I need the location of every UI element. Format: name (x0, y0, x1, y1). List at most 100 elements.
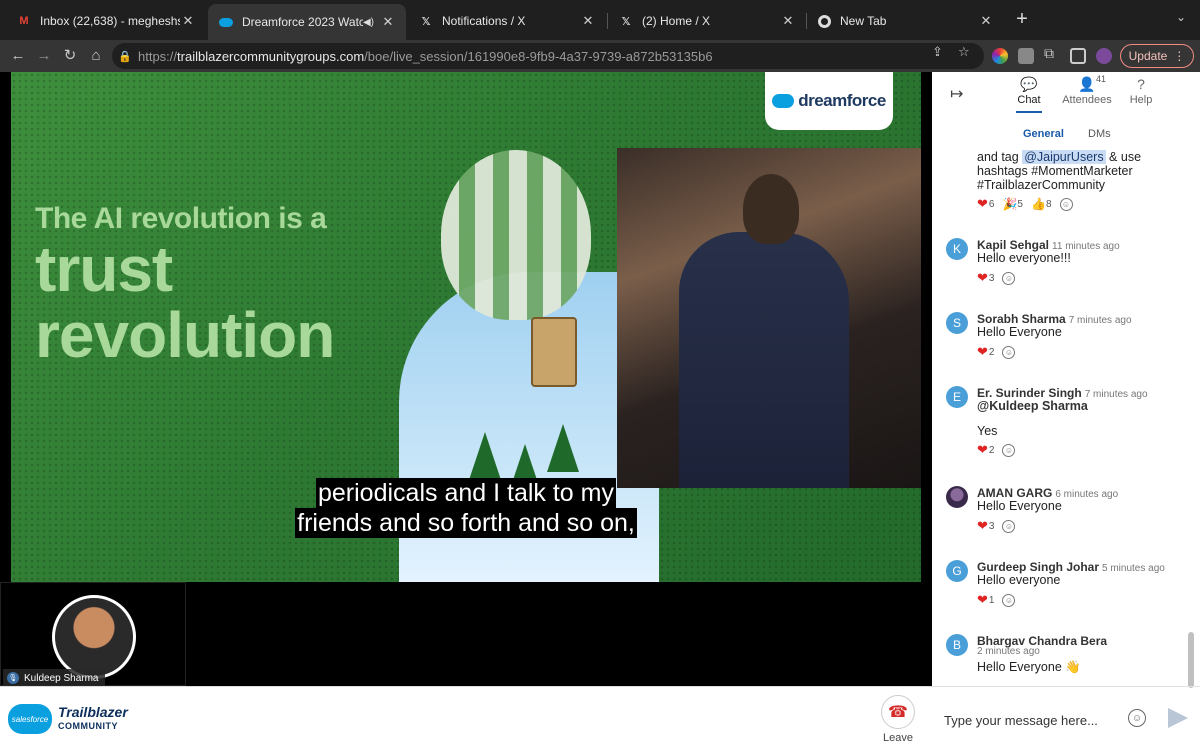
add-reaction-icon[interactable]: ☺ (1002, 271, 1016, 285)
chat-scrollbar[interactable] (1188, 632, 1194, 688)
new-tab-button[interactable]: + (1012, 9, 1032, 30)
chat-composer: ☺ (932, 686, 1200, 750)
reaction-count: 1 (988, 594, 995, 606)
add-reaction-icon[interactable]: ☺ (1002, 593, 1016, 607)
collapse-panel-icon[interactable]: ↦ (950, 84, 963, 104)
tab-chat[interactable]: 💬 Chat (1016, 76, 1042, 113)
tab-title: (2) Home / X (642, 14, 711, 28)
heart-icon: ❤ (977, 442, 988, 457)
chrome-icon (816, 13, 832, 29)
close-icon[interactable]: ✕ (580, 13, 596, 29)
lock-icon[interactable]: 🔒 (112, 50, 138, 63)
party-reaction[interactable]: 🎉 5 (1002, 197, 1023, 211)
heart-reaction[interactable]: ❤ 2 (977, 344, 994, 360)
tab-title: Notifications / X (442, 14, 526, 28)
tab-title: New Tab (840, 14, 887, 28)
mic-icon: 🎙 (7, 672, 19, 684)
close-icon[interactable]: ✕ (380, 14, 396, 30)
chat-message-list[interactable]: and tag @JaipurUsers & use hashtags #Mom… (932, 148, 1188, 686)
heart-icon: ❤ (977, 518, 988, 533)
party-popper-icon: 🎉 (1002, 197, 1018, 211)
address-bar[interactable]: 🔒 https://trailblazercommunitygroups.com… (112, 43, 984, 69)
subtab-dms[interactable]: DMs (1088, 128, 1111, 140)
subtab-general[interactable]: General (1023, 128, 1064, 140)
tab-new-tab[interactable]: New Tab ✕ (806, 6, 1004, 36)
chat-scrollbar-track[interactable] (1188, 152, 1194, 686)
participant-tile[interactable]: 🎙 Kuldeep Sharma (0, 582, 186, 687)
audio-playing-icon[interactable]: ◀) (363, 17, 374, 28)
close-icon[interactable]: ✕ (978, 13, 994, 29)
heart-reaction[interactable]: ❤ 3 (977, 270, 994, 286)
panel-tabs: ↦ 💬 Chat 👤 Attendees 41 ? Help (932, 72, 1200, 116)
url-domain: trailblazercommunitygroups.com (177, 48, 365, 64)
back-button[interactable]: ← (8, 46, 28, 66)
message-text: Hello Everyone (977, 325, 1062, 339)
reaction-count: 2 (988, 444, 995, 456)
message-continued-line2: hashtags #MomentMarketer (977, 164, 1133, 178)
sender-name: Gurdeep Singh Johar (977, 560, 1100, 574)
browser-toolbar: ← → ↻ ⌂ 🔒 https://trailblazercommunitygr… (0, 40, 1200, 72)
caption-line2: friends and so forth and so on, (295, 508, 637, 538)
cloud-icon (772, 94, 795, 108)
add-reaction-icon[interactable]: ☺ (1002, 345, 1016, 359)
add-reaction-icon[interactable]: ☺ (1059, 197, 1073, 211)
profile-avatar[interactable] (1096, 48, 1112, 64)
reaction-count: 2 (988, 346, 995, 358)
tree-icon (469, 432, 501, 480)
tab-help[interactable]: ? Help (1128, 76, 1154, 106)
reaction-count: 6 (988, 198, 995, 210)
avatar: G (946, 560, 968, 582)
presentation-video[interactable]: dreamforce The AI revolution is a trust … (11, 72, 921, 582)
url-text: https://trailblazercommunitygroups.com/b… (138, 49, 713, 64)
forward-button[interactable]: → (34, 46, 54, 66)
mention-tag[interactable]: @JaipurUsers (1022, 150, 1106, 164)
tab-label: Attendees (1062, 94, 1112, 106)
avatar: S (946, 312, 968, 334)
home-button[interactable]: ⌂ (86, 46, 106, 66)
puzzle-icon[interactable]: ⧉ (1044, 45, 1060, 61)
tab-notifications-x[interactable]: 𝕏 Notifications / X ✕ (408, 6, 606, 36)
extension-icon[interactable] (1018, 48, 1034, 64)
heart-icon: ❤ (977, 270, 988, 285)
emoji-picker-icon[interactable]: ☺ (1128, 709, 1146, 727)
update-button[interactable]: Update ⋮ (1120, 44, 1194, 68)
tab-title: Dreamforce 2023 Watch Pa (242, 15, 363, 29)
slide-headline-line3: revolution (35, 299, 335, 371)
reaction-bar: ❤ 1 ☺ (977, 592, 1016, 608)
thumbs-up-reaction[interactable]: 👍 8 (1031, 197, 1052, 211)
heart-reaction[interactable]: ❤ 6 (977, 196, 994, 212)
message-input[interactable] (944, 709, 1122, 731)
tab-gmail[interactable]: M Inbox (22,638) - megheshsher ✕ (6, 6, 206, 36)
tab-search-icon[interactable]: ⌄ (1176, 10, 1186, 24)
tab-dreamforce[interactable]: Dreamforce 2023 Watch Pa ◀) ✕ (208, 4, 406, 40)
caption-line1: periodicals and I talk to my (316, 478, 616, 508)
mention-tag[interactable]: @Kuldeep Sharma (977, 399, 1088, 413)
avatar: B (946, 634, 968, 656)
add-reaction-icon[interactable]: ☺ (1002, 443, 1016, 457)
reload-button[interactable]: ↻ (60, 46, 80, 66)
heart-reaction[interactable]: ❤ 3 (977, 518, 994, 534)
bookmark-star-icon[interactable]: ☆ (958, 44, 970, 60)
balloon-basket (531, 317, 577, 387)
share-icon[interactable]: ⇪ (932, 44, 943, 60)
community-logo-line2: COMMUNITY (58, 721, 118, 731)
x-icon: 𝕏 (621, 15, 631, 28)
message-text: Hello everyone!!! (977, 251, 1071, 265)
avatar (946, 486, 968, 508)
heart-reaction[interactable]: ❤ 2 (977, 442, 994, 458)
attendee-count-badge: 41 (1096, 74, 1107, 84)
close-icon[interactable]: ✕ (780, 13, 796, 29)
timestamp: 2 minutes ago (977, 646, 1040, 657)
salesforce-logo: salesforce (8, 704, 52, 734)
color-extension-icon[interactable] (992, 48, 1008, 64)
tab-home-x[interactable]: 𝕏 (2) Home / X ✕ (608, 6, 806, 36)
side-panel-icon[interactable] (1070, 48, 1086, 64)
url-scheme: https:// (138, 48, 178, 64)
leave-button[interactable]: ☎ (881, 695, 915, 729)
leave-label: Leave (883, 732, 913, 744)
send-icon[interactable] (1168, 708, 1188, 728)
add-reaction-icon[interactable]: ☺ (1002, 519, 1016, 533)
heart-reaction[interactable]: ❤ 1 (977, 592, 994, 608)
reaction-count: 3 (988, 272, 995, 284)
close-icon[interactable]: ✕ (180, 13, 196, 29)
